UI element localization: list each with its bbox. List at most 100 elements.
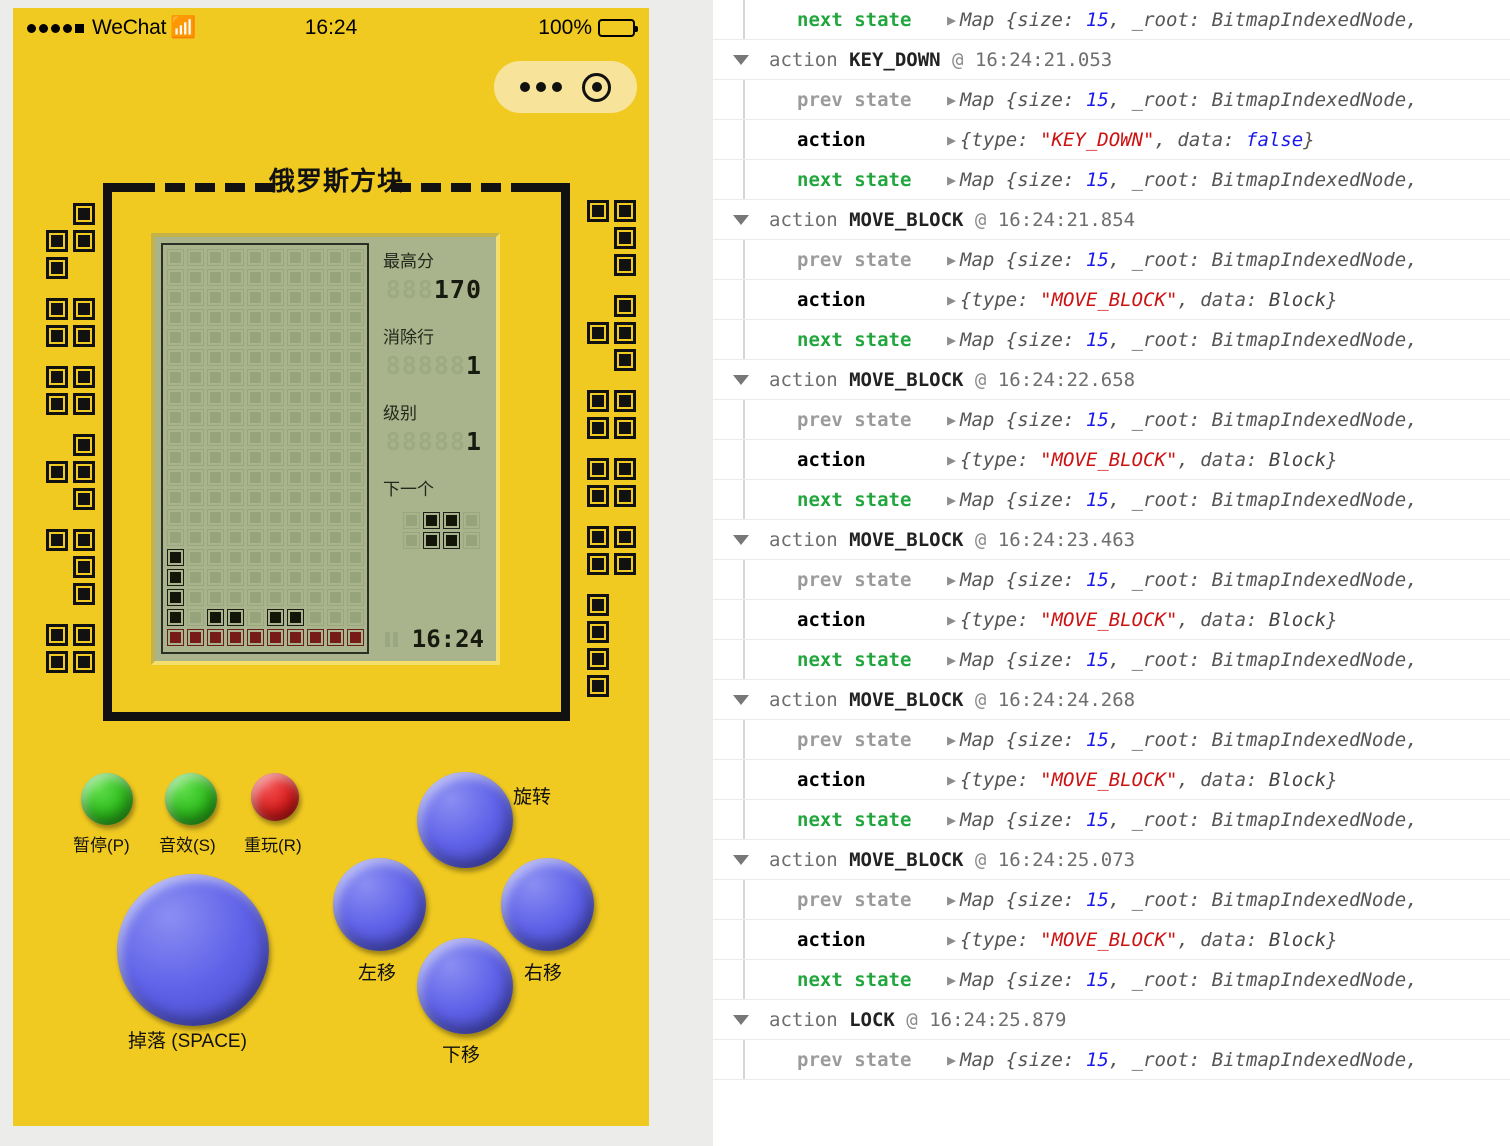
expand-arrow-icon[interactable]: ▶ [947, 11, 956, 29]
devtools-action-header[interactable]: action MOVE_BLOCK @ 16:24:21.854 [713, 200, 1510, 240]
case-border-dash [511, 183, 570, 192]
move-left-button[interactable] [333, 858, 426, 951]
sound-button[interactable] [165, 773, 217, 825]
next-key-label: next state [797, 168, 912, 191]
expand-arrow-icon[interactable]: ▶ [947, 771, 956, 789]
devtools-prev-row[interactable]: prev state ▶ Map {size: 15, _root: BitmapI… [713, 240, 1510, 280]
more-dots-icon[interactable] [520, 82, 562, 92]
action-name: MOVE_BLOCK [849, 208, 964, 231]
expand-arrow-icon[interactable]: ▶ [947, 91, 956, 109]
devtools-prev-row[interactable]: prev state ▶ Map {size: 15, _root: BitmapI… [713, 80, 1510, 120]
devtools-prev-row[interactable]: prev state ▶ Map {size: 15, _root: BitmapI… [713, 560, 1510, 600]
board-cell [205, 527, 225, 547]
expand-arrow-icon[interactable]: ▶ [947, 451, 956, 469]
board-cell [305, 247, 325, 267]
devtools-next-row[interactable]: next state ▶ Map {size: 15, _root: BitmapI… [713, 480, 1510, 520]
chevron-down-icon[interactable] [733, 374, 749, 385]
case-border-dash [421, 183, 441, 192]
decoration-block [614, 553, 636, 575]
drop-button[interactable] [117, 874, 269, 1026]
board-cell [165, 447, 185, 467]
action-name: KEY_DOWN [849, 48, 941, 71]
expand-arrow-icon[interactable]: ▶ [947, 331, 956, 349]
pause-button[interactable] [81, 773, 133, 825]
devtools-action-row[interactable]: action ▶ {type: "MOVE_BLOCK", data: Block} [713, 760, 1510, 800]
expand-arrow-icon[interactable]: ▶ [947, 491, 956, 509]
tree-guide-line [743, 320, 745, 359]
board-cell [165, 467, 185, 487]
redux-devtools-panel[interactable]: next state ▶ Map {size: 15, _root: BitmapI… [713, 0, 1510, 1146]
board-cell [185, 547, 205, 567]
decoration-block [46, 325, 68, 347]
decoration-block [46, 393, 68, 415]
board-cell [325, 367, 345, 387]
board-cell [245, 267, 265, 287]
expand-arrow-icon[interactable]: ▶ [947, 651, 956, 669]
chevron-down-icon[interactable] [733, 534, 749, 545]
devtools-next-row[interactable]: next state ▶ Map {size: 15, _root: BitmapI… [713, 800, 1510, 840]
chevron-down-icon[interactable] [733, 214, 749, 225]
devtools-action-row[interactable]: action ▶ {type: "MOVE_BLOCK", data: Block} [713, 440, 1510, 480]
restart-button[interactable] [251, 773, 299, 821]
board-cell [265, 327, 285, 347]
chevron-down-icon[interactable] [733, 694, 749, 705]
action-header-text: action MOVE_BLOCK @ 16:24:25.073 [769, 848, 1136, 871]
decoration-block [73, 556, 95, 578]
devtools-prev-row[interactable]: prev state ▶ Map {size: 15, _root: BitmapI… [713, 880, 1510, 920]
expand-arrow-icon[interactable]: ▶ [947, 571, 956, 589]
case-border-dash [481, 183, 501, 192]
board-cell [285, 267, 305, 287]
expand-arrow-icon[interactable]: ▶ [947, 811, 956, 829]
target-circle-icon[interactable] [582, 72, 611, 102]
board-cell [225, 427, 245, 447]
devtools-action-row[interactable]: action ▶ {type: "MOVE_BLOCK", data: Block} [713, 280, 1510, 320]
expand-arrow-icon[interactable]: ▶ [947, 411, 956, 429]
tree-guide-line [743, 120, 745, 159]
devtools-next-row[interactable]: next state ▶ Map {size: 15, _root: BitmapI… [713, 960, 1510, 1000]
board-cell [325, 307, 345, 327]
chevron-down-icon[interactable] [733, 1014, 749, 1025]
devtools-next-row[interactable]: next state ▶ Map {size: 15, _root: BitmapI… [713, 0, 1510, 40]
devtools-action-header[interactable]: action LOCK @ 16:24:25.879 [713, 1000, 1510, 1040]
action-header-text: action KEY_DOWN @ 16:24:21.053 [769, 48, 1113, 71]
devtools-action-header[interactable]: action MOVE_BLOCK @ 16:24:25.073 [713, 840, 1510, 880]
devtools-prev-row[interactable]: prev state ▶ Map {size: 15, _root: BitmapI… [713, 720, 1510, 760]
rotate-button[interactable] [417, 772, 513, 868]
wechat-capsule-bar[interactable] [494, 61, 637, 113]
board-cell [245, 427, 265, 447]
move-right-button[interactable] [501, 858, 594, 951]
devtools-prev-row[interactable]: prev state ▶ Map {size: 15, _root: BitmapI… [713, 1040, 1510, 1080]
expand-arrow-icon[interactable]: ▶ [947, 131, 956, 149]
devtools-action-header[interactable]: action MOVE_BLOCK @ 16:24:24.268 [713, 680, 1510, 720]
expand-arrow-icon[interactable]: ▶ [947, 1051, 956, 1069]
board-cell [265, 367, 285, 387]
devtools-action-row[interactable]: action ▶ {type: "KEY_DOWN", data: false} [713, 120, 1510, 160]
expand-arrow-icon[interactable]: ▶ [947, 891, 956, 909]
pause-button-label: 暂停(P) [73, 836, 130, 855]
move-down-button[interactable] [417, 938, 513, 1034]
expand-arrow-icon[interactable]: ▶ [947, 251, 956, 269]
expand-arrow-icon[interactable]: ▶ [947, 171, 956, 189]
expand-arrow-icon[interactable]: ▶ [947, 611, 956, 629]
devtools-next-row[interactable]: next state ▶ Map {size: 15, _root: BitmapI… [713, 160, 1510, 200]
board-cell [305, 547, 325, 567]
board-cell [245, 367, 265, 387]
board-cell [265, 307, 285, 327]
devtools-action-row[interactable]: action ▶ {type: "MOVE_BLOCK", data: Block} [713, 600, 1510, 640]
chevron-down-icon[interactable] [733, 54, 749, 65]
devtools-next-row[interactable]: next state ▶ Map {size: 15, _root: BitmapI… [713, 320, 1510, 360]
devtools-action-header[interactable]: action KEY_DOWN @ 16:24:21.053 [713, 40, 1510, 80]
expand-arrow-icon[interactable]: ▶ [947, 291, 956, 309]
devtools-prev-row[interactable]: prev state ▶ Map {size: 15, _root: BitmapI… [713, 400, 1510, 440]
devtools-action-header[interactable]: action MOVE_BLOCK @ 16:24:22.658 [713, 360, 1510, 400]
case-border-dash [165, 183, 185, 192]
chevron-down-icon[interactable] [733, 854, 749, 865]
devtools-action-row[interactable]: action ▶ {type: "MOVE_BLOCK", data: Block} [713, 920, 1510, 960]
expand-arrow-icon[interactable]: ▶ [947, 731, 956, 749]
expand-arrow-icon[interactable]: ▶ [947, 931, 956, 949]
devtools-action-header[interactable]: action MOVE_BLOCK @ 16:24:23.463 [713, 520, 1510, 560]
devtools-next-row[interactable]: next state ▶ Map {size: 15, _root: BitmapI… [713, 640, 1510, 680]
board-cell [225, 307, 245, 327]
expand-arrow-icon[interactable]: ▶ [947, 971, 956, 989]
tree-guide-line [743, 1040, 745, 1079]
